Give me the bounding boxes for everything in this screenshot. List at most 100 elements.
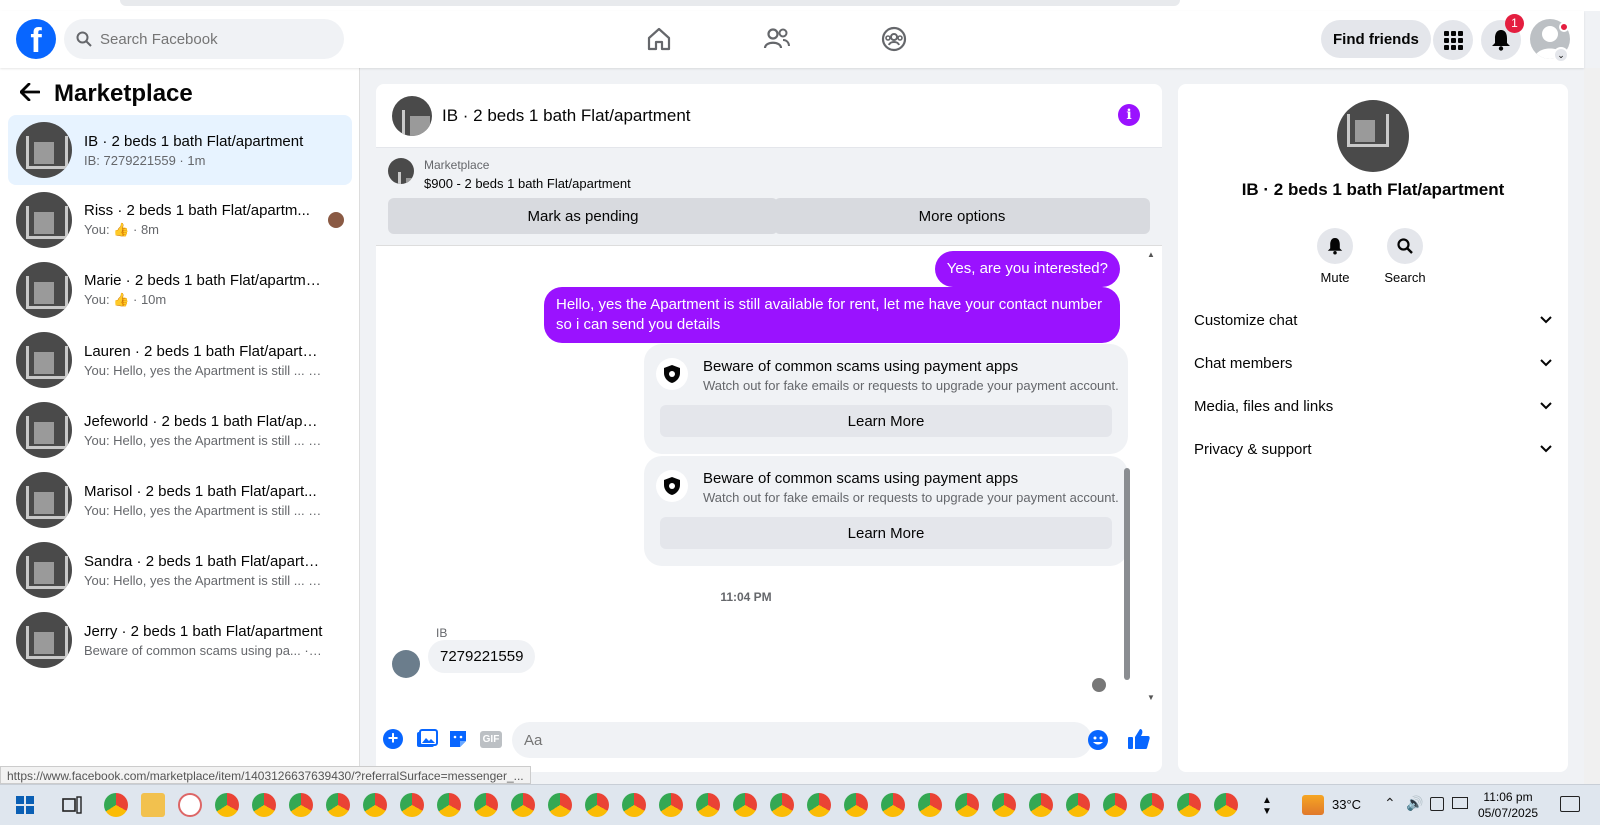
network-icon[interactable] — [1452, 797, 1468, 809]
chrome-profile-icon[interactable] — [474, 793, 498, 817]
conversation-item[interactable]: Marisol · 2 beds 1 bath Flat/apart... Yo… — [8, 465, 352, 535]
message-input[interactable] — [512, 722, 1092, 758]
chrome-profile-icon[interactable] — [1177, 793, 1201, 817]
notification-center-icon[interactable] — [1560, 796, 1580, 812]
snipping-tool-icon[interactable] — [178, 793, 202, 817]
more-options-button[interactable]: More options — [774, 198, 1150, 234]
chrome-profile-icon[interactable] — [585, 793, 609, 817]
gif-icon[interactable]: GIF — [480, 731, 502, 748]
chrome-profile-icon[interactable] — [437, 793, 461, 817]
search-conversation-button[interactable]: Search — [1370, 228, 1440, 285]
section-media-files-links[interactable]: Media, files and links — [1194, 386, 1552, 426]
home-icon[interactable] — [641, 21, 677, 57]
chrome-profile-icon[interactable] — [918, 793, 942, 817]
chat-title[interactable]: IB · 2 beds 1 bath Flat/apartment — [442, 106, 691, 126]
mark-as-pending-button[interactable]: Mark as pending — [388, 198, 778, 234]
section-chat-members[interactable]: Chat members — [1194, 343, 1552, 383]
chrome-profile-icon[interactable] — [548, 793, 572, 817]
chrome-profile-icon[interactable] — [1066, 793, 1090, 817]
search-box[interactable] — [64, 19, 344, 59]
shield-icon — [656, 358, 688, 390]
chrome-profile-icon[interactable] — [807, 793, 831, 817]
conversation-photo[interactable] — [1337, 100, 1409, 172]
thread-scroll-thumb[interactable] — [1124, 468, 1130, 680]
sender-avatar[interactable] — [392, 650, 420, 678]
weather-temperature[interactable]: 33°C — [1332, 797, 1361, 812]
learn-more-button[interactable]: Learn More — [660, 517, 1112, 549]
incoming-message[interactable]: 7279221559 — [428, 640, 536, 673]
listing-thumbnail[interactable] — [388, 158, 414, 184]
volume-icon[interactable]: 🔊 — [1406, 795, 1423, 812]
chrome-profile-icon[interactable] — [1214, 793, 1238, 817]
chrome-profile-icon[interactable] — [1140, 793, 1164, 817]
chrome-profile-icon[interactable] — [1029, 793, 1053, 817]
chrome-profile-icon[interactable] — [844, 793, 868, 817]
taskbar-scroll-arrows[interactable]: ▲ ▼ — [1262, 795, 1272, 817]
section-privacy-support[interactable]: Privacy & support — [1194, 429, 1552, 469]
find-friends-button[interactable]: Find friends — [1321, 20, 1431, 58]
photo-icon[interactable] — [416, 729, 438, 752]
chrome-app-icon[interactable] — [104, 793, 128, 817]
listing-thumbnail — [16, 402, 72, 458]
browser-tab-strip — [0, 0, 1600, 11]
chrome-profile-icon[interactable] — [696, 793, 720, 817]
read-receipt-avatar — [1092, 678, 1106, 692]
chrome-profile-icon[interactable] — [659, 793, 683, 817]
chrome-profile-icon[interactable] — [770, 793, 794, 817]
page-scrollbar[interactable] — [1584, 68, 1600, 784]
chrome-profile-icon[interactable] — [881, 793, 905, 817]
section-customize-chat[interactable]: Customize chat — [1194, 300, 1552, 340]
outgoing-message[interactable]: Hello, yes the Apartment is still availa… — [544, 287, 1120, 343]
learn-more-button[interactable]: Learn More — [660, 405, 1112, 437]
chat-listing-thumbnail[interactable] — [392, 95, 432, 136]
back-arrow-icon[interactable] — [19, 81, 41, 107]
marketplace-conversation-list: Marketplace IB · 2 beds 1 bath Flat/apar… — [0, 68, 360, 772]
thumbs-up-send-icon[interactable] — [1127, 727, 1151, 754]
chrome-profile-icon[interactable] — [326, 793, 350, 817]
chrome-profile-icon[interactable] — [363, 793, 387, 817]
chrome-profile-icon[interactable] — [1103, 793, 1127, 817]
sticker-icon[interactable] — [448, 729, 468, 752]
chrome-profile-icon[interactable] — [215, 793, 239, 817]
windows-start-icon[interactable] — [16, 796, 34, 817]
thread-scrollbar[interactable]: ▲ ▼ — [1146, 250, 1156, 702]
listing-price[interactable]: $900 - 2 beds 1 bath Flat/apartment — [424, 176, 631, 191]
battery-icon[interactable] — [1430, 797, 1444, 811]
warning-subtitle: Watch out for fake emails or requests to… — [703, 378, 1119, 393]
search-input[interactable] — [100, 30, 320, 48]
conversation-item[interactable]: Marie · 2 beds 1 bath Flat/apartment You… — [8, 255, 352, 325]
show-hidden-icons-chevron-icon[interactable]: ⌃ — [1384, 795, 1396, 812]
info-icon[interactable]: i — [1118, 104, 1140, 126]
chat-header: IB · 2 beds 1 bath Flat/apartment — [376, 84, 1162, 148]
menu-grid-icon[interactable] — [1433, 20, 1473, 60]
chrome-profile-icon[interactable] — [289, 793, 313, 817]
conversation-preview: You: Hello, yes the Apartment is still .… — [84, 502, 324, 518]
chrome-profile-icon[interactable] — [955, 793, 979, 817]
conversation-item[interactable]: Jefeworld · 2 beds 1 bath Flat/apar... Y… — [8, 395, 352, 465]
chrome-profile-icon[interactable] — [252, 793, 276, 817]
conversation-item[interactable]: Jerry · 2 beds 1 bath Flat/apartment Bew… — [8, 605, 352, 675]
conversation-preview: You: 👍 · 8m — [84, 222, 159, 237]
conversation-item[interactable]: Sandra · 2 beds 1 bath Flat/apartm... Yo… — [8, 535, 352, 605]
conversation-item[interactable]: Riss · 2 beds 1 bath Flat/apartm... You:… — [8, 185, 352, 255]
conversation-item[interactable]: IB · 2 beds 1 bath Flat/apartment IB: 72… — [8, 115, 352, 185]
file-explorer-icon[interactable] — [141, 793, 165, 817]
mute-button[interactable]: Mute — [1300, 228, 1370, 285]
chrome-profile-icon[interactable] — [733, 793, 757, 817]
warning-title: Beware of common scams using payment app… — [703, 358, 1019, 375]
chrome-profile-icon[interactable] — [400, 793, 424, 817]
chrome-profile-icon[interactable] — [992, 793, 1016, 817]
plus-icon[interactable]: + — [383, 729, 403, 749]
friends-icon[interactable] — [759, 21, 795, 57]
chrome-profile-icon[interactable] — [511, 793, 535, 817]
facebook-logo[interactable]: f — [16, 19, 56, 59]
emoji-icon[interactable] — [1088, 730, 1108, 750]
conversation-name: Lauren · 2 beds 1 bath Flat/apartm... — [84, 342, 324, 360]
chevron-down-icon[interactable]: ⌄ — [1553, 47, 1569, 63]
conversation-item[interactable]: Lauren · 2 beds 1 bath Flat/apartm... Yo… — [8, 325, 352, 395]
chrome-profile-icon[interactable] — [622, 793, 646, 817]
outgoing-message[interactable]: Yes, are you interested? — [934, 251, 1120, 287]
groups-icon[interactable] — [876, 21, 912, 57]
task-view-icon[interactable] — [62, 796, 82, 817]
system-clock[interactable]: 11:06 pm 05/07/2025 — [1478, 789, 1538, 821]
